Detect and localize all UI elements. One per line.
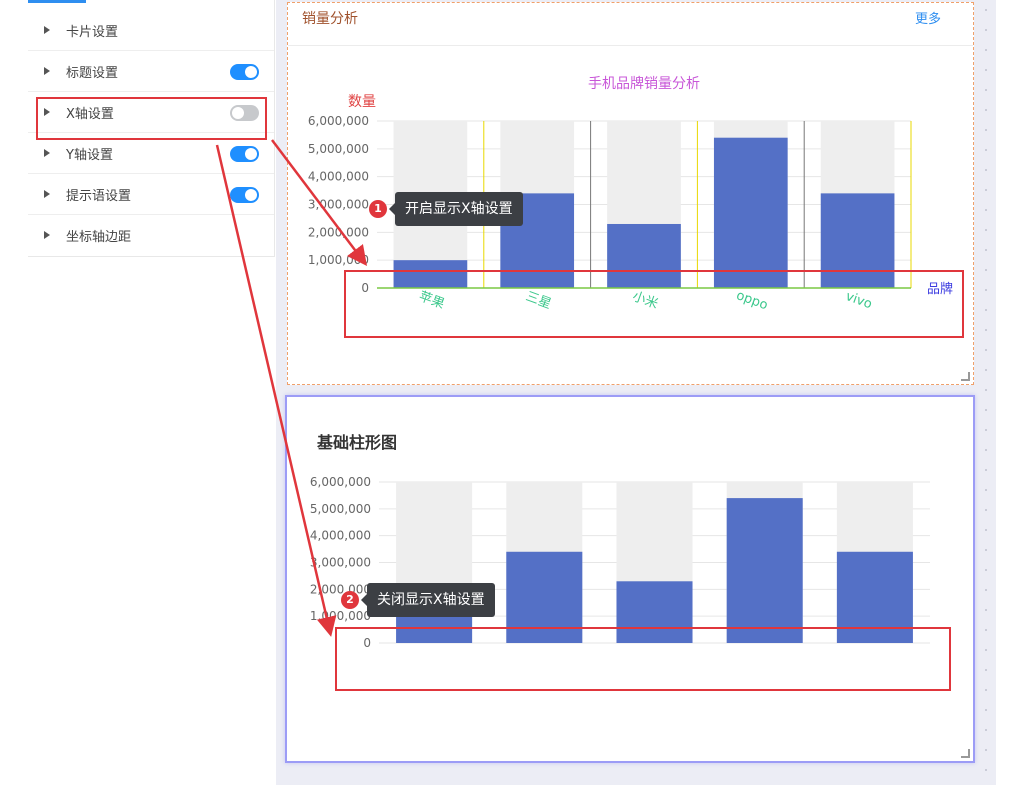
expand-triangle-icon bbox=[44, 190, 50, 198]
basic-bar-chart-card[interactable]: 基础柱形图 0 1,000,000 2,000,000 3,000,000 4,000,… bbox=[285, 395, 975, 763]
setting-row-card[interactable]: 卡片设置 bbox=[28, 10, 274, 51]
basic-bar-chart: 01,000,0002,000,0003,000,0004,000,0005,0… bbox=[310, 475, 930, 650]
annotation-text: 关闭显示X轴设置 bbox=[361, 583, 495, 617]
highlight-x-axis-setting bbox=[36, 97, 267, 140]
resize-handle[interactable] bbox=[961, 372, 970, 381]
y-axis-visibility-toggle[interactable] bbox=[230, 146, 259, 162]
bar-oppo bbox=[713, 137, 788, 288]
expand-triangle-icon bbox=[44, 149, 50, 157]
canvas-ruler-dots bbox=[976, 0, 996, 785]
y-tick-label: 3,000,000 bbox=[310, 556, 371, 570]
y-tick-label: 1,000,000 bbox=[308, 253, 369, 267]
y-axis-label: 数量 bbox=[348, 94, 376, 110]
setting-label: Y轴设置 bbox=[66, 148, 113, 163]
y-tick-label: 2,000,000 bbox=[308, 225, 369, 239]
annotation-badge: 1 bbox=[369, 200, 387, 218]
setting-label: 提示语设置 bbox=[66, 189, 132, 204]
y-tick-label: 6,000,000 bbox=[310, 475, 371, 489]
tooltip-visibility-toggle[interactable] bbox=[230, 187, 259, 203]
chart-title: 手机品牌销量分析 bbox=[588, 75, 700, 92]
y-tick-label: 3,000,000 bbox=[308, 198, 369, 212]
expand-triangle-icon bbox=[44, 231, 50, 239]
setting-row-title[interactable]: 标题设置 bbox=[28, 51, 274, 92]
y-tick-label: 5,000,000 bbox=[308, 142, 369, 156]
y-tick-label: 4,000,000 bbox=[310, 529, 371, 543]
annotation-badge: 2 bbox=[341, 591, 359, 609]
setting-label: 标题设置 bbox=[66, 66, 119, 81]
highlight-x-axis-shown bbox=[344, 270, 964, 338]
setting-row-tooltip[interactable]: 提示语设置 bbox=[28, 174, 274, 215]
highlight-x-axis-hidden bbox=[335, 627, 951, 691]
toggle-knob bbox=[245, 189, 257, 201]
annotation-text: 开启显示X轴设置 bbox=[389, 192, 523, 226]
panel-active-tab-indicator bbox=[28, 0, 86, 3]
setting-label: 卡片设置 bbox=[66, 25, 119, 40]
setting-label: 坐标轴边距 bbox=[66, 230, 132, 245]
setting-row-axis-margin[interactable]: 坐标轴边距 bbox=[28, 215, 274, 255]
expand-triangle-icon bbox=[44, 67, 50, 75]
y-tick-label: 5,000,000 bbox=[310, 502, 371, 516]
toggle-knob bbox=[245, 66, 257, 78]
y-tick-label: 4,000,000 bbox=[308, 170, 369, 184]
y-tick-label: 6,000,000 bbox=[308, 114, 369, 128]
y-tick-label: 1,000,000 bbox=[310, 609, 371, 623]
resize-handle[interactable] bbox=[961, 749, 970, 758]
title-visibility-toggle[interactable] bbox=[230, 64, 259, 80]
toggle-knob bbox=[245, 148, 257, 160]
expand-triangle-icon bbox=[44, 26, 50, 34]
bar-oppo bbox=[726, 498, 803, 643]
